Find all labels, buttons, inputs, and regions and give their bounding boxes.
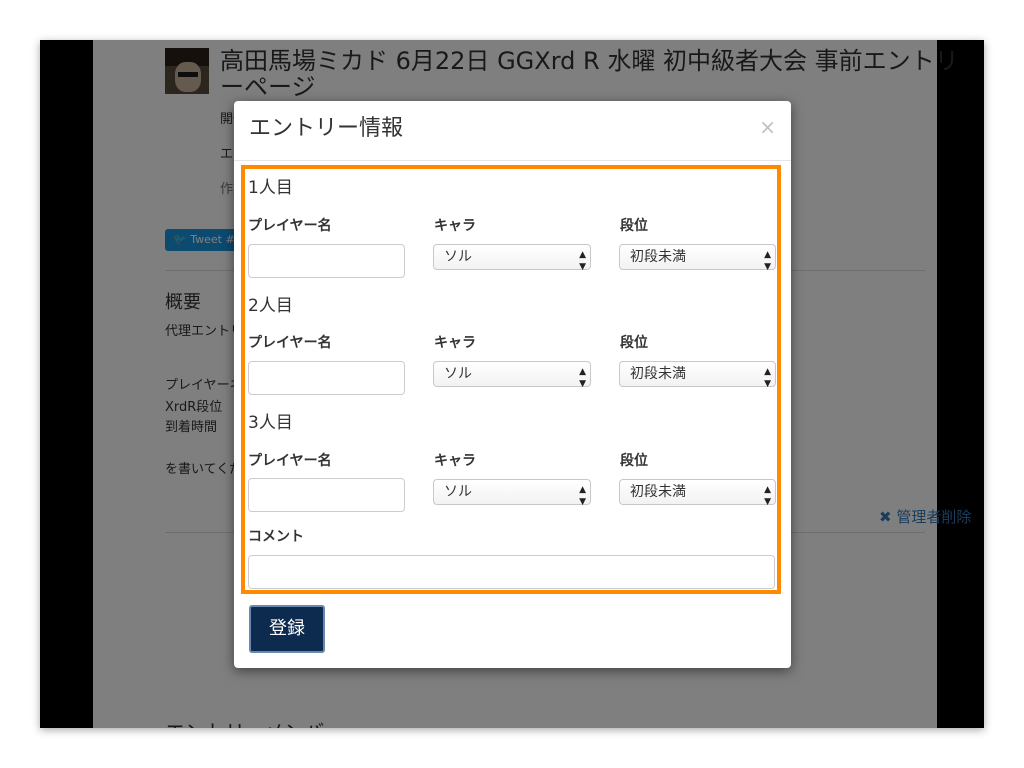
entry-modal: エントリー情報 × 1人目 プレイヤー名 キャラ 段位 ソル ▲ ▼ 初段未満 ▲… xyxy=(234,101,791,668)
select-arrows-icon: ▲ ▼ xyxy=(764,367,771,389)
player2-heading: 2人目 xyxy=(248,296,293,316)
player2-rank-select[interactable]: 初段未満 ▲ ▼ xyxy=(619,361,776,389)
player-name-label: プレイヤー名 xyxy=(248,218,332,234)
submit-button[interactable]: 登録 xyxy=(249,605,325,653)
rank-label: 段位 xyxy=(620,335,648,351)
player1-heading: 1人目 xyxy=(248,178,293,198)
modal-title: エントリー情報 xyxy=(249,116,404,141)
player1-rank-select[interactable]: 初段未満 ▲ ▼ xyxy=(619,244,776,272)
player1-name-input[interactable] xyxy=(248,244,405,278)
player3-character-select[interactable]: ソル ▲ ▼ xyxy=(433,479,591,507)
player3-heading: 3人目 xyxy=(248,413,293,433)
select-arrows-icon: ▲ ▼ xyxy=(579,485,586,507)
player3-rank-select[interactable]: 初段未満 ▲ ▼ xyxy=(619,479,776,507)
character-label: キャラ xyxy=(434,335,476,351)
player2-character-select[interactable]: ソル ▲ ▼ xyxy=(433,361,591,389)
select-arrows-icon: ▲ ▼ xyxy=(579,367,586,389)
rank-label: 段位 xyxy=(620,218,648,234)
character-label: キャラ xyxy=(434,218,476,234)
modal-header: エントリー情報 × xyxy=(234,101,791,161)
comment-input[interactable] xyxy=(248,555,775,589)
rank-label: 段位 xyxy=(620,453,648,469)
player3-name-input[interactable] xyxy=(248,478,405,512)
select-arrows-icon: ▲ ▼ xyxy=(579,250,586,272)
player-name-label: プレイヤー名 xyxy=(248,335,332,351)
select-arrows-icon: ▲ ▼ xyxy=(764,250,771,272)
player1-character-select[interactable]: ソル ▲ ▼ xyxy=(433,244,591,272)
player2-name-input[interactable] xyxy=(248,361,405,395)
close-icon[interactable]: × xyxy=(759,115,776,139)
comment-label: コメント xyxy=(248,529,304,545)
player-name-label: プレイヤー名 xyxy=(248,453,332,469)
character-label: キャラ xyxy=(434,453,476,469)
select-arrows-icon: ▲ ▼ xyxy=(764,485,771,507)
